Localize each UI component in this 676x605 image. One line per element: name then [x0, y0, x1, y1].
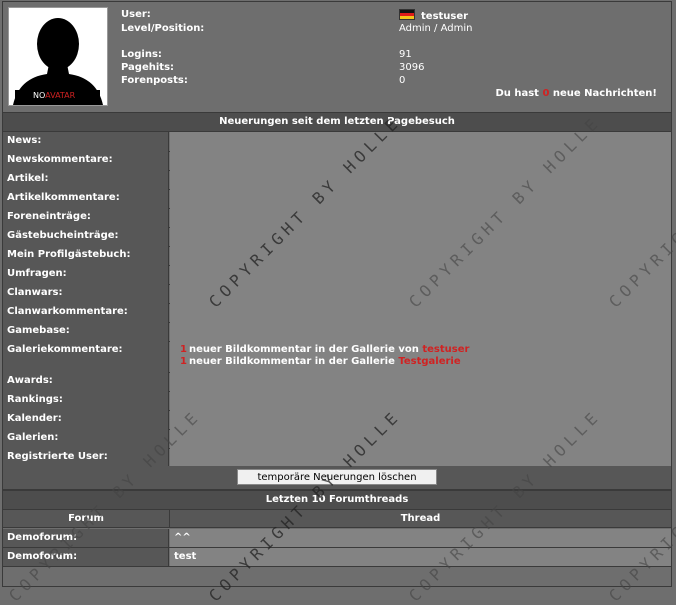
news-row-label: Umfragen: — [3, 265, 169, 284]
username-link[interactable]: testuser — [421, 11, 468, 22]
avatar: NOAVATAR — [8, 7, 108, 106]
gallery-comment-link[interactable]: testuser — [422, 344, 469, 355]
news-row-label: Clanwarkommentare: — [3, 303, 169, 322]
news-row: Clanwars: — [3, 284, 671, 304]
gallery-comment-text: neuer Bildkommentar in der Gallerie — [188, 356, 395, 367]
user-label: User: — [121, 9, 151, 20]
news-row: Artikel: — [3, 170, 671, 190]
news-row-value — [170, 265, 671, 284]
news-row-value — [170, 208, 671, 227]
news-row-label: Galeriekommentare: — [3, 341, 169, 372]
news-row-label: Artikelkommentare: — [3, 189, 169, 208]
news-row-label: Gamebase: — [3, 322, 169, 341]
thread-title[interactable]: ^^ — [170, 529, 671, 547]
thread-title[interactable]: test — [170, 548, 671, 566]
news-row-label: Gästebucheinträge: — [3, 227, 169, 246]
news-row-value — [170, 322, 671, 341]
news-row: Registrierte User: — [3, 448, 671, 468]
news-row-label: Galerien: — [3, 429, 169, 448]
col-thread: Thread — [400, 513, 441, 524]
news-row: Umfragen: — [3, 265, 671, 285]
news-row-value — [170, 189, 671, 208]
news-row: Kalender: — [3, 410, 671, 430]
news-row-value — [170, 246, 671, 265]
thread-forum[interactable]: Demoforum: — [3, 529, 169, 547]
thread-forum[interactable]: Demoforum: — [3, 548, 169, 566]
news-row-value — [170, 391, 671, 410]
news-row-value — [170, 170, 671, 189]
news-row-value — [170, 410, 671, 429]
forenposts-label: Forenposts: — [121, 75, 188, 86]
panel-footer — [3, 567, 671, 586]
news-row: Clanwarkommentare: — [3, 303, 671, 323]
gallery-comment-count: 1 — [180, 344, 187, 355]
gallery-comment-link[interactable]: Testgalerie — [398, 356, 460, 367]
gallery-comment-item[interactable]: 1 neuer Bildkommentar in der Gallerie Tes… — [180, 356, 671, 367]
news-row-value — [170, 227, 671, 246]
thread-row[interactable]: Demoforum: ^^ — [3, 529, 671, 548]
news-row-label: Artikel: — [3, 170, 169, 189]
news-row: Awards: — [3, 372, 671, 392]
news-row-label: Newskommentare: — [3, 151, 169, 170]
forum-column-header: Forum Thread — [3, 510, 671, 528]
gallery-comment-text: neuer Bildkommentar in der Gallerie von — [188, 344, 419, 355]
gallery-comment-count: 1 — [180, 356, 187, 367]
news-row: Artikelkommentare: — [3, 189, 671, 209]
clear-updates-button[interactable]: temporäre Neuerungen löschen — [237, 469, 437, 485]
button-bar: temporäre Neuerungen löschen — [3, 466, 671, 490]
level-value: Admin / Admin — [399, 23, 473, 34]
news-row: Foreneinträge: — [3, 208, 671, 228]
gallery-comment-item[interactable]: 1 neuer Bildkommentar in der Gallerie von… — [180, 344, 671, 355]
news-row-label: Rankings: — [3, 391, 169, 410]
news-row-value — [170, 429, 671, 448]
news-row: Galerien: — [3, 429, 671, 449]
news-row-label: Kalender: — [3, 410, 169, 429]
thread-row[interactable]: Demoforum: test — [3, 548, 671, 567]
news-row-label: Clanwars: — [3, 284, 169, 303]
pagehits-label: Pagehits: — [121, 62, 175, 73]
news-row: Gamebase: — [3, 322, 671, 342]
logins-value: 91 — [399, 49, 412, 60]
forum-section-title: Letzten 10 Forumthreads — [3, 490, 671, 510]
news-row-value — [170, 151, 671, 170]
news-row-label: Mein Profilgästebuch: — [3, 246, 169, 265]
profile-block: NOAVATAR User: testuser Level/Position: … — [3, 2, 671, 112]
news-row-label: News: — [3, 132, 169, 151]
pagehits-value: 3096 — [399, 62, 425, 73]
news-row-value — [170, 372, 671, 391]
user-panel: NOAVATAR User: testuser Level/Position: … — [2, 1, 672, 587]
news-row-value — [170, 284, 671, 303]
news-row: Mein Profilgästebuch: — [3, 246, 671, 266]
news-row: Gästebucheinträge: — [3, 227, 671, 247]
news-row-label: Awards: — [3, 372, 169, 391]
news-row: Galeriekommentare: 1 neuer Bildkommentar i… — [3, 341, 671, 373]
user-value[interactable]: testuser — [399, 9, 468, 22]
news-row: News: — [3, 132, 671, 152]
col-forum: Forum — [3, 510, 170, 527]
messages-count: 0 — [542, 88, 550, 99]
avatar-label: NOAVATAR — [15, 90, 100, 101]
messages-notice[interactable]: Du hast 0 neue Nachrichten! — [495, 88, 657, 99]
news-row-value — [170, 448, 671, 467]
forenposts-value: 0 — [399, 75, 406, 86]
level-label: Level/Position: — [121, 23, 205, 34]
news-section-title: Neuerungen seit dem letzten Pagebesuch — [3, 112, 671, 132]
news-row-value — [170, 303, 671, 322]
flag-icon — [399, 9, 415, 20]
news-row-label: Registrierte User: — [3, 448, 169, 467]
news-row-value — [170, 132, 671, 151]
news-row-label: Foreneinträge: — [3, 208, 169, 227]
news-row-value: 1 neuer Bildkommentar in der Gallerie von… — [170, 341, 671, 372]
news-row: Rankings: — [3, 391, 671, 411]
news-row: Newskommentare: — [3, 151, 671, 171]
logins-label: Logins: — [121, 49, 162, 60]
